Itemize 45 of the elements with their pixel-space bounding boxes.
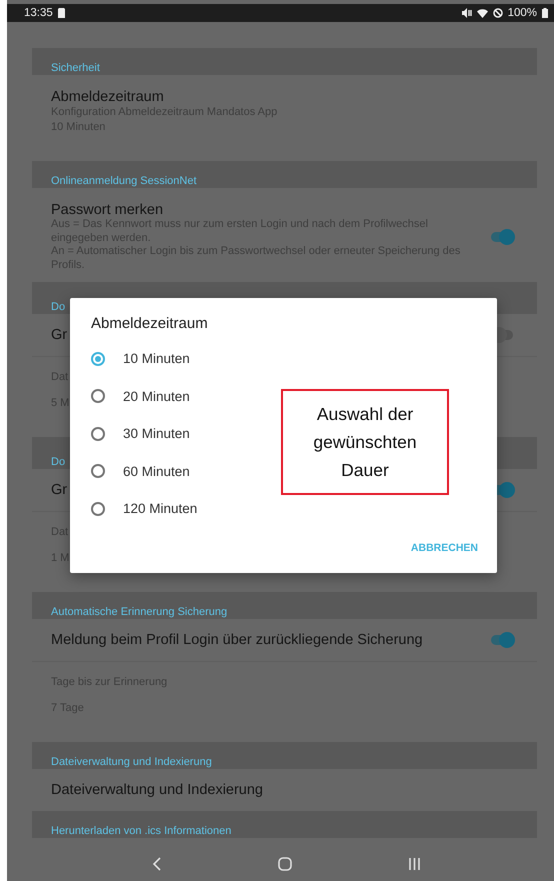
section-title: Herunterladen von .ics Informationen [51,824,232,838]
battery-level: 100% [508,7,537,19]
option-label: 20 Minuten [123,388,190,404]
annotation-callout: Auswahl der gewünschten Dauer [281,389,449,495]
section-title: Dateiverwaltung und Indexierung [51,755,212,769]
cancel-button[interactable]: ABBRECHEN [404,536,484,560]
home-icon[interactable] [278,857,292,871]
radio-button[interactable] [91,464,105,478]
setting-title: Abmeldezeitraum [51,89,165,105]
radio-button[interactable] [91,389,105,404]
clock: 13:35 [24,7,53,19]
section-title: Onlineanmeldung SessionNet [51,174,197,188]
radio-option[interactable]: 20 Minuten [91,378,241,415]
section-title: Automatische Erinnerung Sicherung [51,605,228,619]
setting-title: Gr [51,482,68,498]
option-label: 120 Minuten [123,501,198,516]
radio-button[interactable] [91,352,105,366]
dialog-title: Abmeldezeitraum [91,315,209,333]
setting-row[interactable]: Meldung beim Profil Login über zurückliegende Sicherung [32,619,537,662]
radio-option[interactable]: 120 Minuten [91,490,241,528]
section-title: Do [51,300,66,314]
radio-option[interactable]: 10 Minuten [91,340,241,378]
option-label: 10 Minuten [123,351,190,366]
wifi-icon [476,8,488,18]
radio-button[interactable] [91,502,105,516]
section-title: Sicherheit [51,61,100,75]
do-not-disturb-icon [492,8,503,18]
back-icon[interactable] [152,857,162,871]
option-label: 60 Minuten [123,464,190,479]
radio-option[interactable]: 60 Minuten [91,452,241,490]
mute-icon [462,8,472,18]
setting-title: Meldung beim Profil Login über zurückliegende Sicherung [51,632,424,648]
radio-button[interactable] [91,426,105,441]
toggle-switch[interactable] [491,632,515,648]
battery-icon [542,8,548,18]
toggle-switch[interactable] [491,229,515,245]
radio-option[interactable]: 30 Minuten [91,415,241,452]
option-label: 30 Minuten [123,426,190,442]
setting-title: Gr [51,327,68,343]
setting-row[interactable]: Dateiverwaltung und Indexierung [32,769,537,811]
section-title: Do [51,455,66,469]
sd-card-icon [58,8,65,18]
setting-title: Dateiverwaltung und Indexierung [51,782,263,798]
setting-title: Passwort merken [51,202,164,218]
recent-apps-icon[interactable] [408,857,421,871]
